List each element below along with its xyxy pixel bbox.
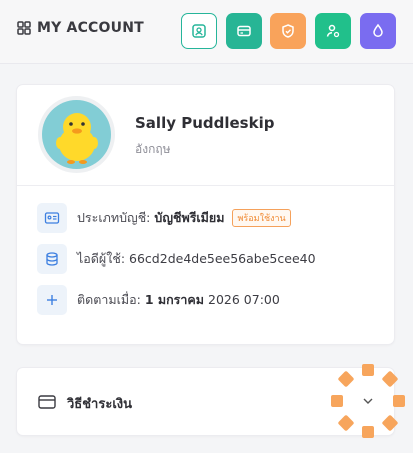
spinner-dot bbox=[381, 370, 399, 388]
user-id-text: ไอดีผู้ใช้: 66cd2de4de5ee56abe5cee40 bbox=[77, 249, 316, 269]
spinner-dot bbox=[393, 395, 405, 407]
follow-time: 2026 07:00 bbox=[208, 292, 280, 307]
theme-button[interactable] bbox=[360, 13, 396, 49]
shield-check-icon bbox=[282, 24, 294, 38]
spinner-dot bbox=[362, 364, 374, 376]
drop-icon bbox=[373, 23, 383, 38]
plus-icon bbox=[37, 285, 67, 315]
account-type-value: บัญชีพรีเมียม bbox=[154, 210, 225, 225]
payment-button[interactable] bbox=[226, 13, 262, 49]
yellow-duck-icon bbox=[42, 100, 111, 169]
follow-text: ติดตามเมื่อ: 1 มกราคม 2026 07:00 bbox=[77, 290, 280, 310]
spinner-dot bbox=[362, 426, 374, 438]
loading-spinner bbox=[330, 364, 406, 440]
user-id-value: 66cd2de4de5ee56abe5cee40 bbox=[129, 251, 316, 266]
account-type-text: ประเภทบัญชี: บัญชีพรีเมียม พร้อมใช้งาน bbox=[77, 208, 291, 228]
spinner-dot bbox=[337, 414, 355, 432]
user-gear-icon bbox=[326, 24, 340, 38]
user-square-icon bbox=[192, 24, 206, 38]
follow-date: 1 มกราคม bbox=[144, 292, 205, 307]
card-icon bbox=[237, 25, 251, 37]
account-type-row: ประเภทบัญชี: บัญชีพรีเมียม พร้อมใช้งาน bbox=[37, 203, 291, 233]
grid-icon bbox=[17, 21, 31, 35]
user-language: อังกฤษ bbox=[135, 142, 171, 156]
status-badge: พร้อมใช้งาน bbox=[232, 209, 291, 227]
user-id-label: ไอดีผู้ใช้: bbox=[77, 251, 126, 266]
user-name: Sally Puddleskip bbox=[135, 114, 275, 132]
follow-row: ติดตามเมื่อ: 1 มกราคม 2026 07:00 bbox=[37, 285, 280, 315]
page-title: MY ACCOUNT bbox=[37, 20, 144, 36]
spinner-dot bbox=[337, 370, 355, 388]
user-id-row: ไอดีผู้ใช้: 66cd2de4de5ee56abe5cee40 bbox=[37, 244, 316, 274]
avatar bbox=[38, 96, 115, 173]
id-card-icon bbox=[37, 203, 67, 233]
database-icon bbox=[37, 244, 67, 274]
profile-button[interactable] bbox=[181, 13, 217, 49]
account-type-label: ประเภทบัญชี: bbox=[77, 210, 151, 225]
user-settings-button[interactable] bbox=[315, 13, 351, 49]
payment-label: วิธีชำระเงิน bbox=[67, 397, 132, 412]
brand: MY ACCOUNT bbox=[17, 20, 144, 36]
profile-card: Sally Puddleskip อังกฤษ ประเภทบัญชี: บัญ… bbox=[16, 84, 395, 345]
follow-label: ติดตามเมื่อ: bbox=[77, 292, 141, 307]
badge-button[interactable] bbox=[270, 13, 306, 49]
divider bbox=[17, 185, 394, 186]
credit-card-icon bbox=[38, 395, 56, 409]
top-bar: MY ACCOUNT bbox=[0, 0, 413, 64]
spinner-dot bbox=[381, 414, 399, 432]
spinner-dot bbox=[331, 395, 343, 407]
